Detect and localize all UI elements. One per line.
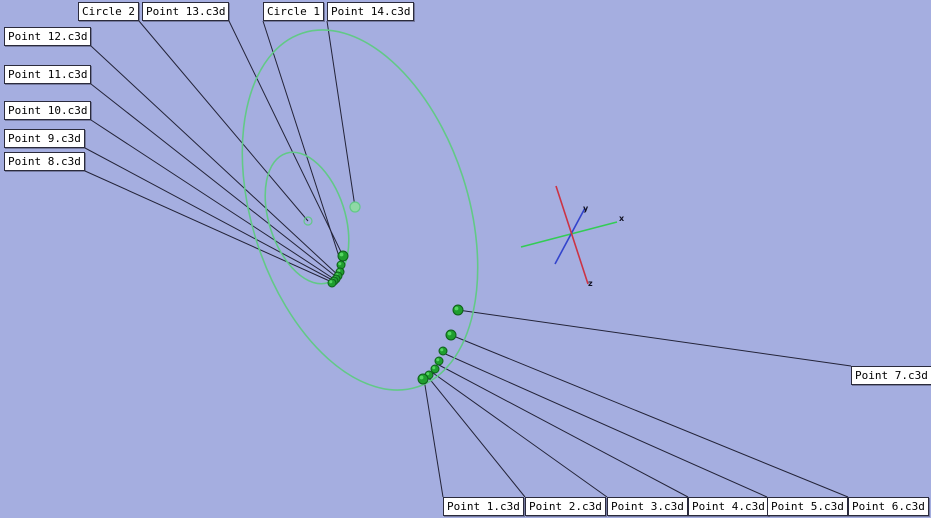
axis-label-x: x bbox=[619, 214, 625, 223]
point-highlight bbox=[329, 280, 333, 284]
axis-line-z bbox=[555, 185, 589, 285]
circles-group bbox=[241, 29, 479, 391]
circle-2-outline bbox=[264, 151, 350, 285]
axis-gizmo-group bbox=[520, 185, 618, 285]
leader-line-point-13 bbox=[228, 20, 344, 257]
axis-label-y: y bbox=[583, 204, 589, 213]
point-marker[interactable] bbox=[430, 364, 440, 374]
label-point-9[interactable]: Point 9.c3d bbox=[4, 129, 85, 148]
label-point-7[interactable]: Point 7.c3d bbox=[851, 366, 931, 385]
label-point-2[interactable]: Point 2.c3d bbox=[525, 497, 606, 516]
leader-line-circle-2 bbox=[138, 20, 309, 222]
points-group bbox=[327, 250, 464, 385]
leader-line-point-12 bbox=[90, 45, 341, 278]
leader-line-point-5 bbox=[440, 351, 768, 498]
point-highlight bbox=[426, 372, 430, 376]
point-highlight bbox=[440, 348, 444, 352]
leader-line-point-8 bbox=[84, 170, 335, 284]
circle-1-center-marker bbox=[349, 201, 361, 213]
axis-label-z: z bbox=[588, 279, 593, 288]
point-marker[interactable] bbox=[434, 356, 444, 366]
point-sphere bbox=[438, 346, 448, 356]
label-point-5[interactable]: Point 5.c3d bbox=[767, 497, 848, 516]
point-sphere bbox=[445, 329, 457, 341]
point-sphere bbox=[337, 250, 349, 262]
leader-line-circle-1 bbox=[262, 20, 345, 273]
label-point-11[interactable]: Point 11.c3d bbox=[4, 65, 92, 84]
point-marker[interactable] bbox=[337, 250, 349, 262]
scene-canvas[interactable] bbox=[0, 0, 931, 518]
leader-line-point-6 bbox=[450, 334, 849, 498]
leader-line-point-3 bbox=[432, 372, 608, 498]
label-point-6[interactable]: Point 6.c3d bbox=[848, 497, 929, 516]
point-marker[interactable] bbox=[438, 346, 448, 356]
label-point-8[interactable]: Point 8.c3d bbox=[4, 152, 85, 171]
point-marker[interactable] bbox=[327, 278, 337, 288]
label-point-12[interactable]: Point 12.c3d bbox=[4, 27, 92, 46]
point-marker[interactable] bbox=[417, 373, 429, 385]
center-markers-group bbox=[303, 201, 361, 226]
point-highlight bbox=[432, 366, 436, 370]
axis-line-y bbox=[554, 207, 586, 265]
label-point-13[interactable]: Point 13.c3d bbox=[142, 2, 230, 21]
point-sphere bbox=[452, 304, 464, 316]
leader-lines-group bbox=[84, 20, 852, 498]
point-highlight bbox=[447, 331, 452, 336]
leader-line-point-2 bbox=[427, 376, 526, 498]
3d-model-viewport[interactable]: Point 12.c3d Point 11.c3d Point 10.c3d Poin… bbox=[0, 0, 931, 518]
leader-line-point-1 bbox=[423, 378, 444, 498]
leader-line-point-7 bbox=[457, 309, 852, 367]
point-highlight bbox=[436, 358, 440, 362]
point-highlight bbox=[454, 306, 459, 311]
point-highlight bbox=[419, 375, 424, 380]
point-sphere bbox=[417, 373, 429, 385]
point-sphere bbox=[327, 278, 337, 288]
label-point-10[interactable]: Point 10.c3d bbox=[4, 101, 92, 120]
point-marker[interactable] bbox=[452, 304, 464, 316]
label-point-4[interactable]: Point 4.c3d bbox=[688, 497, 769, 516]
label-circle-1[interactable]: Circle 1 bbox=[263, 2, 324, 21]
circle-1-outline bbox=[241, 29, 479, 391]
label-point-3[interactable]: Point 3.c3d bbox=[607, 497, 688, 516]
label-point-1[interactable]: Point 1.c3d bbox=[443, 497, 524, 516]
leader-line-point-4 bbox=[436, 363, 689, 498]
point-highlight bbox=[338, 262, 342, 266]
leader-line-point-11 bbox=[90, 83, 340, 280]
point-marker[interactable] bbox=[445, 329, 457, 341]
point-sphere bbox=[430, 364, 440, 374]
label-circle-2[interactable]: Circle 2 bbox=[78, 2, 139, 21]
point-highlight bbox=[339, 252, 344, 257]
leader-line-point-9 bbox=[84, 147, 337, 283]
label-point-14[interactable]: Point 14.c3d bbox=[327, 2, 415, 21]
point-sphere bbox=[434, 356, 444, 366]
leader-line-point-10 bbox=[90, 119, 338, 282]
